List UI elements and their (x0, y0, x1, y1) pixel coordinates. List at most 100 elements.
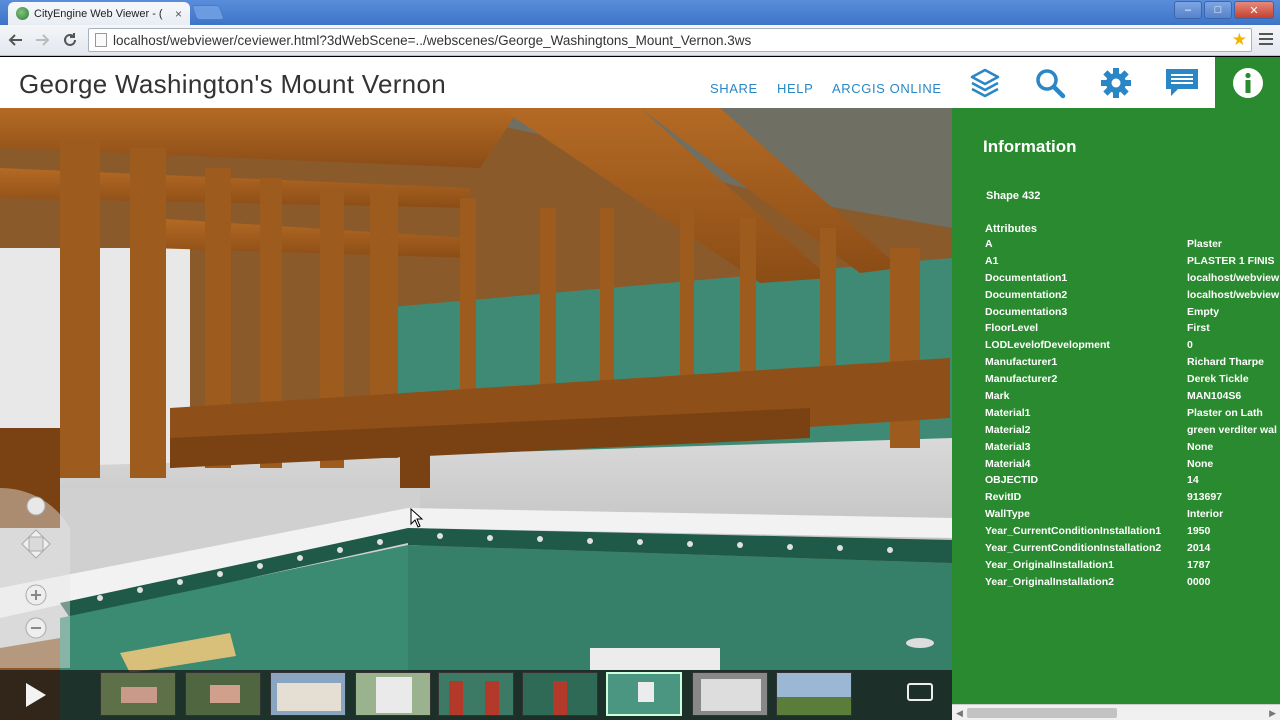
navigation-widget (0, 488, 70, 668)
app-header: George Washington's Mount Vernon SHARE H… (0, 57, 1280, 108)
attribute-value: 1787 (1187, 558, 1211, 571)
attribute-key: WallType (985, 508, 1030, 521)
attribute-key: OBJECTID (985, 474, 1039, 487)
minimize-button[interactable]: – (1174, 1, 1202, 19)
attribute-value: First (1187, 322, 1210, 335)
attribute-key: Manufacturer1 (985, 356, 1058, 369)
attribute-row: Manufacturer1 Richard Tharpe (985, 356, 1280, 373)
comment-icon[interactable] (1162, 63, 1202, 103)
attribute-value: Empty (1187, 305, 1220, 318)
attribute-value: 2014 (1187, 542, 1211, 555)
attribute-value: Interior (1187, 508, 1224, 521)
scroll-left-icon[interactable]: ◀ (956, 708, 963, 719)
attribute-key: Year_OriginalInstallation2 (985, 575, 1114, 588)
attribute-key: A (985, 238, 993, 250)
thumbnail-selected[interactable] (606, 672, 682, 716)
scrollbar-thumb[interactable] (967, 708, 1117, 718)
attribute-row: Material2 green verditer wal (985, 424, 1280, 441)
attribute-value: 14 (1187, 474, 1199, 487)
mouse-cursor-icon (410, 508, 424, 528)
attribute-key: Material3 (985, 440, 1031, 453)
globe-icon (16, 7, 29, 20)
attribute-row: RevitID 913697 (985, 491, 1280, 508)
browser-toolbar: localhost/webviewer/ceviewer.html?3dWebS… (0, 25, 1280, 56)
help-link[interactable]: HELP (777, 81, 813, 96)
attribute-key: FloorLevel (985, 322, 1039, 335)
attribute-key: A1 (985, 254, 999, 267)
address-bar[interactable]: localhost/webviewer/ceviewer.html?3dWebS… (88, 28, 1252, 52)
attribute-value: localhost/webview (1187, 271, 1280, 284)
thumbnail[interactable] (438, 672, 514, 716)
attribute-row: Year_CurrentConditionInstallation1 1950 (985, 525, 1280, 542)
attribute-key: Material1 (985, 406, 1031, 419)
thumbnail[interactable] (270, 672, 346, 716)
bookmark-star-icon[interactable]: ★ (1232, 30, 1247, 50)
gear-icon[interactable] (1096, 63, 1136, 103)
attribute-row: Material3 None (985, 441, 1280, 458)
url-text: localhost/webviewer/ceviewer.html?3dWebS… (113, 32, 752, 48)
attribute-key: RevitID (985, 491, 1022, 504)
new-tab-button[interactable] (191, 5, 225, 20)
thumbnail[interactable] (185, 672, 261, 716)
scene-viewport[interactable] (0, 108, 952, 720)
layers-icon[interactable] (965, 63, 1005, 103)
browser-menu-icon[interactable] (1258, 31, 1274, 47)
attribute-key: Documentation3 (985, 305, 1068, 318)
attribute-row: FloorLevel First (985, 322, 1280, 339)
attribute-row: Material4 None (985, 458, 1280, 475)
thumbnail[interactable] (100, 672, 176, 716)
info-icon (1232, 67, 1263, 98)
attribute-value: PLASTER 1 FINIS (1187, 254, 1275, 267)
attribute-key: Mark (985, 390, 1010, 403)
tab-close-icon[interactable]: × (175, 7, 182, 21)
thumbnail[interactable] (522, 672, 598, 716)
play-icon[interactable] (20, 680, 50, 710)
attribute-key: LODLevelofDevelopment (985, 339, 1110, 352)
attribute-value: green verditer wal (1187, 423, 1277, 436)
attribute-key: Documentation2 (985, 288, 1068, 301)
attribute-row: OBJECTID 14 (985, 474, 1280, 491)
attribute-row: Documentation3 Empty (985, 306, 1280, 323)
info-heading: Information (983, 137, 1077, 156)
page-title: George Washington's Mount Vernon (19, 69, 446, 99)
search-icon[interactable] (1030, 63, 1070, 103)
forward-arrow-icon[interactable] (32, 30, 52, 50)
attribute-row: Year_OriginalInstallation2 0000 (985, 576, 1280, 593)
attribute-row: Documentation1 localhost/webview (985, 272, 1280, 289)
scroll-right-icon[interactable]: ▶ (1269, 708, 1276, 719)
horizontal-scrollbar[interactable]: ◀ ▶ (952, 704, 1280, 720)
browser-tab[interactable]: CityEngine Web Viewer - ( × (8, 2, 190, 25)
attribute-value: None (1187, 457, 1214, 470)
attribute-row: LODLevelofDevelopment 0 (985, 339, 1280, 356)
window-controls: – □ ✕ (1174, 1, 1274, 19)
attribute-key: Manufacturer2 (985, 373, 1058, 386)
thumbnail[interactable] (776, 672, 852, 716)
thumbnail[interactable] (692, 672, 768, 716)
attribute-row: A1 PLASTER 1 FINIS (985, 255, 1280, 272)
reload-icon[interactable] (60, 30, 80, 50)
scene-render (0, 108, 952, 720)
attribute-key: Material4 (985, 457, 1031, 470)
attribute-row: Year_OriginalInstallation1 1787 (985, 559, 1280, 576)
attribute-row: A Plaster (985, 238, 1280, 255)
close-window-button[interactable]: ✕ (1234, 1, 1274, 19)
attribute-value: None (1187, 440, 1214, 453)
attribute-value: Plaster (1187, 238, 1223, 250)
fullscreen-icon[interactable] (907, 683, 933, 701)
shape-name: Shape 432 (986, 190, 1041, 202)
filmstrip (0, 670, 952, 720)
attribute-key: Documentation1 (985, 271, 1068, 284)
tab-title: CityEngine Web Viewer - ( (34, 7, 163, 20)
thumbnail[interactable] (355, 672, 431, 716)
arcgis-online-link[interactable]: ARCGIS ONLINE (832, 81, 942, 96)
back-arrow-icon[interactable] (6, 30, 26, 50)
info-tab[interactable] (1215, 57, 1280, 108)
attribute-value: localhost/webview (1187, 288, 1280, 301)
attribute-row: Mark MAN104S6 (985, 390, 1280, 407)
attribute-value: Derek Tickle (1187, 373, 1249, 386)
attribute-key: Year_CurrentConditionInstallation1 (985, 525, 1162, 538)
attribute-row: Documentation2 localhost/webview (985, 289, 1280, 306)
maximize-button[interactable]: □ (1204, 1, 1232, 19)
share-link[interactable]: SHARE (710, 81, 758, 96)
compass-icon[interactable] (26, 496, 46, 516)
